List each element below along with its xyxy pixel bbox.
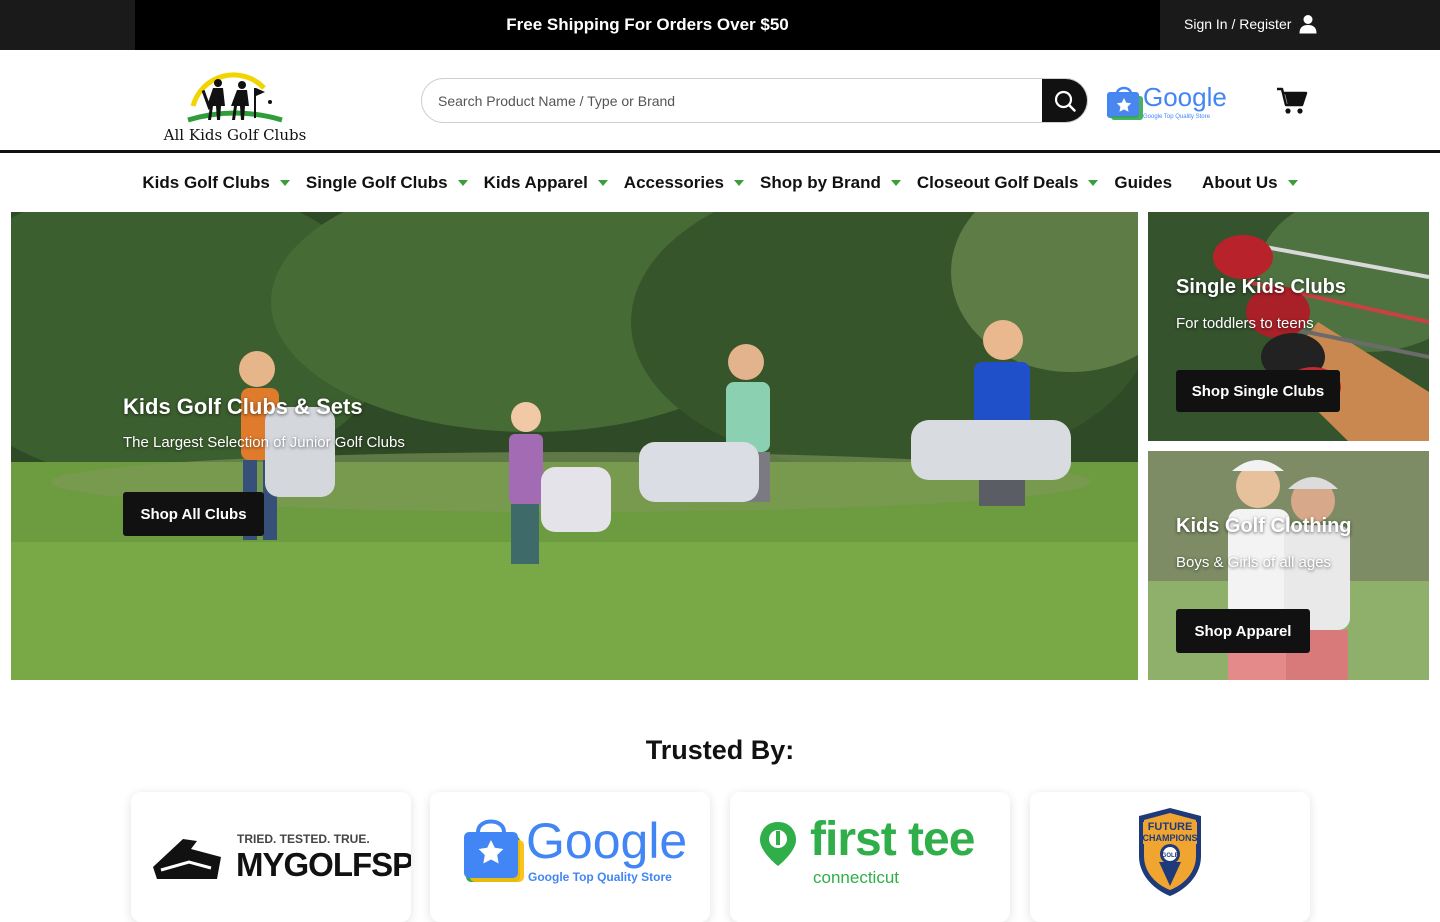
sign-in-label: Sign In / Register [1184, 16, 1292, 32]
nav-label: Kids Apparel [483, 172, 588, 192]
chevron-down-icon [597, 179, 608, 186]
promo-card-single-kids-clubs[interactable]: Single Kids Clubs For toddlers to teens … [1148, 212, 1429, 441]
side1-title: Single Kids Clubs [1176, 276, 1347, 298]
chevron-down-icon [1287, 179, 1298, 186]
main-navigation: Kids Golf Clubs Single Golf Clubs Kids A… [0, 153, 1440, 212]
side1-subtitle: For toddlers to teens [1176, 315, 1314, 332]
nav-label: Shop by Brand [759, 172, 881, 192]
first-tee-pin-icon [760, 822, 796, 866]
nav-label: Accessories [623, 172, 724, 192]
google-top-quality-store-badge[interactable]: Google Google Top Quality Store [1105, 80, 1227, 122]
future-champions-text-1: FUTURE [1148, 821, 1193, 833]
future-champions-text-3: GOLF [1162, 853, 1179, 859]
future-champions-text-2: CHAMPIONS [1142, 833, 1197, 843]
search-bar [421, 78, 1088, 123]
trust-logo-future-champions: FUTURE CHAMPIONS GOLF [1030, 792, 1310, 922]
hero-main-subtitle: The Largest Selection of Junior Golf Clu… [123, 434, 405, 451]
hero-main-text: Kids Golf Clubs & Sets The Largest Selec… [123, 394, 405, 451]
chevron-down-icon [733, 179, 744, 186]
chevron-down-icon [279, 179, 290, 186]
nav-item-kids-apparel[interactable]: Kids Apparel [484, 173, 608, 193]
side2-subtitle: Boys & Girls of all ages [1176, 554, 1332, 571]
badge-word: Google [1143, 82, 1227, 112]
badge-sub: Google Top Quality Store [1143, 114, 1211, 120]
search-button[interactable] [1042, 79, 1087, 122]
site-header: All Kids Golf Clubs Google Google Top Qu… [0, 50, 1440, 150]
announcement-bar: Free Shipping For Orders Over $50 Sign I… [0, 0, 1440, 50]
nav-label: Guides [1114, 172, 1173, 192]
logo-text: All Kids Golf Clubs [163, 126, 307, 144]
mygolfspy-name: MYGOLFSPY [236, 846, 411, 883]
chevron-down-icon [457, 179, 468, 186]
hero-main-title: Kids Golf Clubs & Sets [123, 394, 363, 419]
google-sub: Google Top Quality Store [528, 870, 672, 884]
promo-card-kids-golf-clothing[interactable]: Kids Golf Clothing Boys & Girls of all a… [1148, 451, 1429, 680]
shopping-cart-button[interactable] [1276, 86, 1308, 116]
mygolfspy-tagline: TRIED. TESTED. TRUE. [237, 832, 370, 846]
nav-item-shop-by-brand[interactable]: Shop by Brand [760, 173, 901, 193]
nav-label: Kids Golf Clubs [142, 172, 270, 192]
chevron-down-icon [1088, 179, 1099, 186]
nav-label: Closeout Golf Deals [916, 172, 1079, 192]
search-input[interactable] [422, 79, 1044, 122]
search-icon [1054, 90, 1076, 112]
first-tee-sub: connecticut [813, 868, 899, 887]
google-word: Google [526, 813, 688, 869]
nav-label: About Us [1202, 172, 1278, 192]
trust-logo-google: Google Google Top Quality Store [430, 792, 710, 922]
trust-logo-first-tee: first tee connecticut [730, 792, 1010, 922]
trusted-by-heading: Trusted By: [645, 735, 795, 765]
shop-apparel-button[interactable]: Shop Apparel [1176, 609, 1310, 653]
nav-label: Single Golf Clubs [305, 172, 448, 192]
nav-item-guides[interactable]: Guides [1114, 173, 1172, 193]
cart-icon [1277, 87, 1308, 114]
user-icon [1299, 15, 1317, 34]
google-shopping-bag-icon: Google Google Top Quality Store [1107, 82, 1227, 120]
trust-logo-mygolfspy: TRIED. TESTED. TRUE. MYGOLFSPY [131, 792, 411, 922]
logo-golfers-icon [187, 72, 283, 123]
free-shipping-text: Free Shipping For Orders Over $50 [506, 15, 789, 34]
shop-single-clubs-button[interactable]: Shop Single Clubs [1176, 370, 1340, 412]
first-tee-name: first tee [810, 813, 975, 866]
side1-text: Single Kids Clubs For toddlers to teens [1176, 276, 1346, 332]
chevron-down-icon [890, 179, 901, 186]
nav-item-closeout-golf-deals[interactable]: Closeout Golf Deals [917, 173, 1099, 193]
nav-item-single-golf-clubs[interactable]: Single Golf Clubs [306, 173, 468, 193]
promo-strip: Free Shipping For Orders Over $50 [135, 0, 1160, 50]
shop-all-clubs-button[interactable]: Shop All Clubs [123, 492, 264, 536]
sign-in-register-link[interactable]: Sign In / Register [1184, 14, 1317, 34]
nav-item-accessories[interactable]: Accessories [624, 173, 744, 193]
future-champions-shield-icon: FUTURE CHAMPIONS GOLF [1139, 808, 1201, 896]
site-logo[interactable]: All Kids Golf Clubs [160, 58, 310, 146]
nav-item-about-us[interactable]: About Us [1202, 173, 1298, 193]
hero-banner-kids-golf-clubs[interactable]: Kids Golf Clubs & Sets The Largest Selec… [11, 212, 1138, 680]
side2-text: Kids Golf Clothing Boys & Girls of all a… [1176, 515, 1352, 571]
nav-item-kids-golf-clubs[interactable]: Kids Golf Clubs [142, 173, 290, 193]
side2-title: Kids Golf Clothing [1176, 515, 1352, 537]
